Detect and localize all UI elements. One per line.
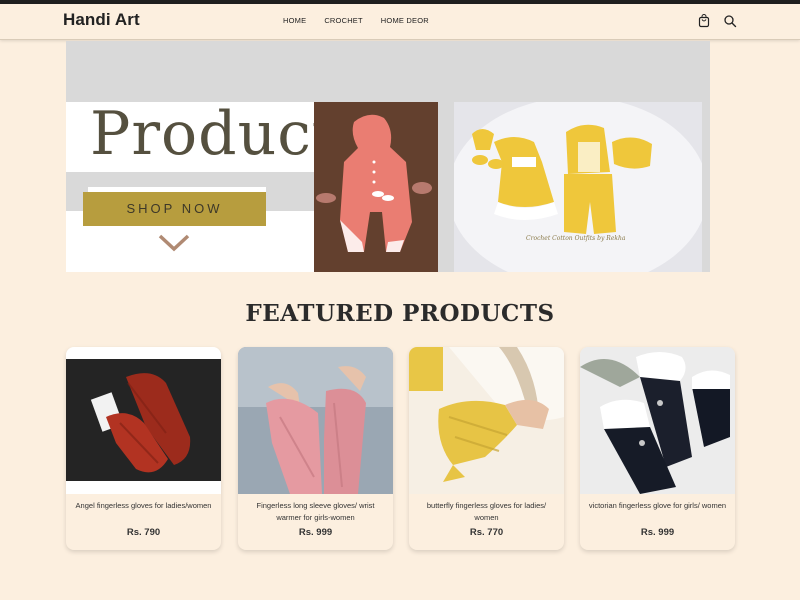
chevron-down-icon[interactable] xyxy=(158,233,190,253)
cart-icon[interactable] xyxy=(697,14,711,28)
yellow-outfit-photo: Crochet Cotton Outfits by Rekha xyxy=(454,102,702,272)
product-image[interactable] xyxy=(580,347,735,494)
site-header: Handi Art HOME CROCHET HOME DEOR xyxy=(0,4,800,40)
search-icon[interactable] xyxy=(723,14,737,28)
product-name[interactable]: Angel fingerless gloves for ladies/women xyxy=(74,500,213,512)
product-card[interactable]: victorian fingerless glove for girls/ wo… xyxy=(580,347,735,550)
product-image[interactable] xyxy=(238,347,393,494)
nav-crochet[interactable]: CROCHET xyxy=(324,16,362,25)
product-card[interactable]: Fingerless long sleeve gloves/ wrist war… xyxy=(238,347,393,550)
featured-products-title: FEATURED PRODUCTS xyxy=(245,300,555,327)
product-price: Rs. 790 xyxy=(126,527,161,538)
photo-watermark: Crochet Cotton Outfits by Rekha xyxy=(526,235,626,242)
nav-home[interactable]: HOME xyxy=(283,16,306,25)
product-image[interactable] xyxy=(66,347,221,494)
brand-logo[interactable]: Handi Art xyxy=(63,10,140,30)
product-card[interactable]: Angel fingerless gloves for ladies/women… xyxy=(66,347,221,550)
shop-now-button[interactable]: SHOP NOW xyxy=(83,192,266,226)
nav-home-decor[interactable]: HOME DEOR xyxy=(381,16,429,25)
product-name[interactable]: butterfly fingerless gloves for ladies/ … xyxy=(417,500,556,524)
product-card[interactable]: butterfly fingerless gloves for ladies/ … xyxy=(409,347,564,550)
pink-romper-photo xyxy=(314,102,438,272)
product-price: Rs. 770 xyxy=(469,527,504,538)
product-price: Rs. 999 xyxy=(298,527,333,538)
product-price: Rs. 999 xyxy=(640,527,675,538)
hero-banner: Product SHOP NOW Crochet Cotton Outfits … xyxy=(66,41,710,272)
product-name[interactable]: Fingerless long sleeve gloves/ wrist war… xyxy=(246,500,385,524)
product-image[interactable] xyxy=(409,347,564,494)
product-name[interactable]: victorian fingerless glove for girls/ wo… xyxy=(588,500,727,512)
main-nav: HOME CROCHET HOME DEOR xyxy=(283,16,447,25)
hero-headline: Product xyxy=(90,99,337,169)
